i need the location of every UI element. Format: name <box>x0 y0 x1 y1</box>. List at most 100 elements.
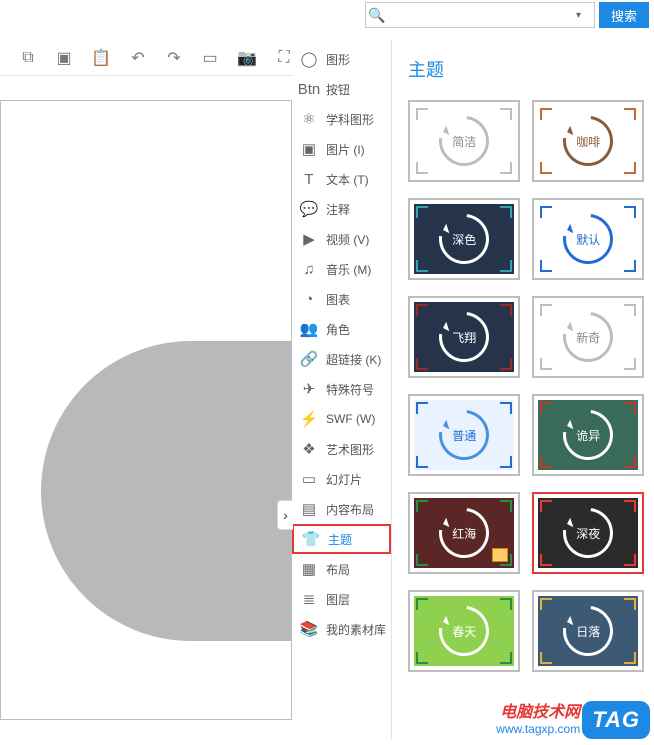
format-painter-icon[interactable]: ▭ <box>202 48 218 68</box>
sidebar-item-2[interactable]: ⚛ 学科图形 <box>292 104 391 134</box>
theme-card-春天[interactable]: 春天 <box>408 590 520 672</box>
sidebar-icon-14: ▭ <box>300 470 318 488</box>
theme-card-新奇[interactable]: 新奇 <box>532 296 644 378</box>
sidebar-item-label: 图表 <box>326 291 350 308</box>
sidebar-item-label: 视频 (V) <box>326 231 369 248</box>
theme-grid: 简洁 咖啡深色 默认飞翔 新奇普通 诡异红海 深夜春天日落 <box>408 100 646 672</box>
sidebar-icon-9: 👥 <box>300 320 318 338</box>
canvas-shape[interactable] <box>41 341 292 641</box>
sidebar-icon-13: ❖ <box>300 440 318 458</box>
sidebar-item-label: 内容布局 <box>326 501 374 518</box>
search-box[interactable]: 🔍 ▾ <box>365 2 595 28</box>
toolbar: ⧉ ▣ 📋 ↶ ↷ ▭ 📷 ⛶ <box>0 40 292 76</box>
clipboard-icon[interactable]: 📋 <box>92 48 110 68</box>
sidebar-icon-0: ◯ <box>300 50 318 68</box>
copy-icon[interactable]: ⧉ <box>20 49 36 67</box>
sidebar-item-14[interactable]: ▭ 幻灯片 <box>292 464 391 494</box>
watermark-tag: TAG <box>582 701 650 739</box>
sidebar-item-18[interactable]: ≣ 图层 <box>292 584 391 614</box>
sidebar-icon-8: ◔ <box>300 290 318 308</box>
top-bar: 🔍 ▾ 搜索 <box>365 0 654 30</box>
search-button[interactable]: 搜索 <box>599 2 649 28</box>
theme-label: 深夜 <box>576 525 600 542</box>
theme-label: 深色 <box>452 231 476 248</box>
theme-card-红海[interactable]: 红海 <box>408 492 520 574</box>
theme-label: 飞翔 <box>452 329 476 346</box>
sidebar-item-label: 主题 <box>328 531 352 548</box>
sidebar-item-10[interactable]: 🔗 超链接 (K) <box>292 344 391 374</box>
sidebar-item-12[interactable]: ⚡ SWF (W) <box>292 404 391 434</box>
watermark-url: www.tagxp.com <box>496 722 580 736</box>
sidebar-icon-16: 👕 <box>302 530 320 548</box>
search-input[interactable] <box>388 4 576 26</box>
theme-label: 诡异 <box>576 427 600 444</box>
sidebar-item-9[interactable]: 👥角色 <box>292 314 391 344</box>
sidebar-icon-18: ≣ <box>300 590 318 608</box>
sidebar-item-label: 学科图形 <box>326 111 374 128</box>
search-icon: 🔍 <box>366 7 388 24</box>
theme-card-深夜[interactable]: 深夜 <box>532 492 644 574</box>
sidebar-item-label: 幻灯片 <box>326 471 362 488</box>
panel-title: 主题 <box>408 56 646 82</box>
chevron-down-icon[interactable]: ▾ <box>576 10 594 21</box>
sidebar-item-16[interactable]: 👕 主题 <box>292 524 391 554</box>
theme-label: 红海 <box>452 525 476 542</box>
sidebar-item-label: SWF (W) <box>326 412 375 426</box>
sidebar-item-label: 我的素材库 <box>326 621 386 638</box>
sidebar-item-17[interactable]: ▦布局 <box>292 554 391 584</box>
theme-card-默认[interactable]: 默认 <box>532 198 644 280</box>
sidebar-item-11[interactable]: ✈特殊符号 <box>292 374 391 404</box>
sidebar: ◯ 图形 Btn按钮 ⚛ 学科图形 ▣ 图片 (I) T文本 (T)💬注释 ▶ 视频 (V) ♫ 音乐… <box>292 40 392 740</box>
canvas[interactable] <box>0 100 292 720</box>
theme-card-深色[interactable]: 深色 <box>408 198 520 280</box>
theme-label: 普通 <box>452 427 476 444</box>
sidebar-icon-7: ♫ <box>300 260 318 278</box>
sidebar-icon-6: ▶ <box>300 230 318 248</box>
sidebar-item-0[interactable]: ◯ 图形 <box>292 44 391 74</box>
sidebar-icon-15: ▤ <box>300 500 318 518</box>
theme-card-简洁[interactable]: 简洁 <box>408 100 520 182</box>
sidebar-item-19[interactable]: 📚我的素材库 <box>292 614 391 644</box>
sidebar-icon-3: ▣ <box>300 140 318 158</box>
sidebar-item-label: 音乐 (M) <box>326 261 371 278</box>
sidebar-item-3[interactable]: ▣ 图片 (I) <box>292 134 391 164</box>
sidebar-item-8[interactable]: ◔ 图表 <box>292 284 391 314</box>
sidebar-icon-12: ⚡ <box>300 410 318 428</box>
sidebar-item-13[interactable]: ❖ 艺术图形 <box>292 434 391 464</box>
fullscreen-icon[interactable]: ⛶ <box>276 49 292 67</box>
theme-card-诡异[interactable]: 诡异 <box>532 394 644 476</box>
theme-label: 简洁 <box>452 133 476 150</box>
theme-label: 咖啡 <box>576 133 600 150</box>
sidebar-item-label: 艺术图形 <box>326 441 374 458</box>
theme-panel: 主题 简洁 咖啡深色 默认飞翔 新奇普通 诡异红海 深夜春天日落 <box>392 40 654 740</box>
sidebar-item-label: 图形 <box>326 51 350 68</box>
watermark-title: 电脑技术网 <box>496 703 580 722</box>
theme-card-咖啡[interactable]: 咖啡 <box>532 100 644 182</box>
sidebar-item-6[interactable]: ▶ 视频 (V) <box>292 224 391 254</box>
featured-badge-icon <box>492 548 508 562</box>
sidebar-item-7[interactable]: ♫ 音乐 (M) <box>292 254 391 284</box>
sidebar-item-1[interactable]: Btn按钮 <box>292 74 391 104</box>
sidebar-item-4[interactable]: T文本 (T) <box>292 164 391 194</box>
theme-card-日落[interactable]: 日落 <box>532 590 644 672</box>
sidebar-item-label: 注释 <box>326 201 350 218</box>
theme-card-飞翔[interactable]: 飞翔 <box>408 296 520 378</box>
sidebar-item-label: 文本 (T) <box>326 171 369 188</box>
sidebar-item-label: 超链接 (K) <box>326 351 381 368</box>
sidebar-item-label: 按钮 <box>326 81 350 98</box>
sidebar-item-15[interactable]: ▤ 内容布局 <box>292 494 391 524</box>
sidebar-item-label: 图片 (I) <box>326 141 365 158</box>
theme-card-普通[interactable]: 普通 <box>408 394 520 476</box>
redo-icon[interactable]: ↷ <box>166 48 182 68</box>
sidebar-icon-17: ▦ <box>300 560 318 578</box>
theme-label: 默认 <box>576 231 600 248</box>
paste-icon[interactable]: ▣ <box>56 48 72 68</box>
theme-label: 新奇 <box>576 329 600 346</box>
sidebar-icon-2: ⚛ <box>300 110 318 128</box>
sidebar-item-label: 图层 <box>326 591 350 608</box>
collapse-handle[interactable]: › <box>277 500 293 530</box>
undo-icon[interactable]: ↶ <box>130 48 146 68</box>
sidebar-item-5[interactable]: 💬注释 <box>292 194 391 224</box>
sidebar-icon-10: 🔗 <box>300 350 318 368</box>
camera-icon[interactable]: 📷 <box>238 48 256 68</box>
